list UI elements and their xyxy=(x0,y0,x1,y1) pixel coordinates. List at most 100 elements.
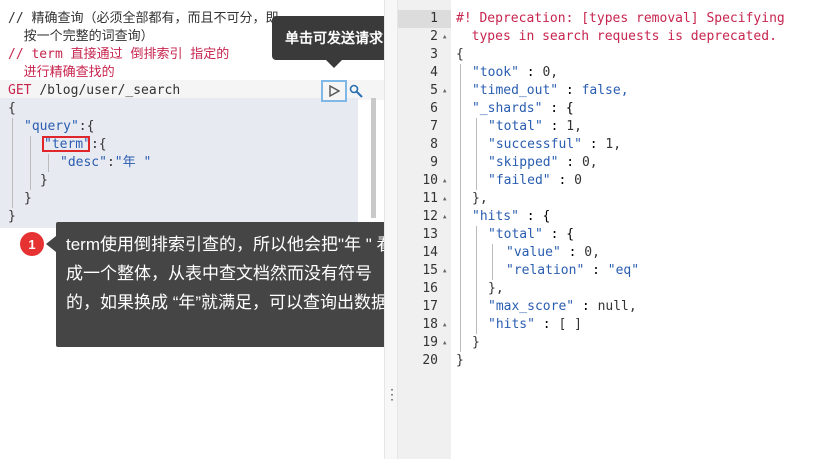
line-number: 14 xyxy=(422,245,438,260)
line-number: 16 xyxy=(422,281,438,296)
shards-total-value: 1, xyxy=(566,119,582,134)
fold-toggle-icon[interactable]: ▴ xyxy=(442,316,447,334)
line-number: 13 xyxy=(422,227,438,242)
fold-toggle-icon[interactable]: ▴ xyxy=(442,190,447,208)
took-value: 0, xyxy=(542,65,559,80)
indent-guide xyxy=(476,226,477,334)
skipped-value: 0, xyxy=(581,155,598,170)
deprecation-line-1: #! Deprecation: [types removal] Specifyi… xyxy=(456,11,785,26)
value-line: "value" : 0, xyxy=(506,245,600,260)
response-open: { xyxy=(456,47,464,62)
hits-total-close: }, xyxy=(488,281,504,296)
annotation-badge: 1 xyxy=(20,232,44,256)
line-number: 17 xyxy=(422,299,438,314)
comment-line-2b: 进行精确查找的 xyxy=(8,65,115,80)
shards-total-key: "total" xyxy=(488,119,543,134)
took-key: "took" xyxy=(472,65,519,80)
query-close: } xyxy=(24,191,32,206)
line-number: 6 xyxy=(430,101,438,116)
line-number: 20 xyxy=(422,353,438,368)
max-score-key: "max_score" xyxy=(488,299,575,314)
successful-value: 1, xyxy=(605,137,622,152)
line-number: 11 xyxy=(422,191,438,206)
indent-guide xyxy=(492,244,493,280)
indent-guide xyxy=(30,136,31,190)
response-close: } xyxy=(456,353,464,368)
fold-toggle-icon[interactable]: ▴ xyxy=(442,172,447,190)
line-number: 3 xyxy=(430,47,438,62)
hits-array-value: [ ] xyxy=(558,317,582,332)
request-line[interactable]: GET /blog/user/_search xyxy=(8,82,180,100)
hits-total-key: "total" xyxy=(488,227,543,242)
send-request-button[interactable] xyxy=(321,80,347,102)
term-highlight-box xyxy=(42,136,90,152)
hits-close: } xyxy=(472,335,480,350)
timed-out-line: "timed_out" : false, xyxy=(472,83,629,98)
max-score-value: null, xyxy=(597,299,637,314)
hits-array-line: "hits" : [ ] xyxy=(488,317,582,332)
shards-close: }, xyxy=(472,191,488,206)
shards-key: "_shards" xyxy=(472,101,543,116)
desc-key: "desc" xyxy=(60,155,107,170)
line-number: 19 xyxy=(422,335,438,350)
fold-toggle-icon[interactable]: ▴ xyxy=(442,334,447,352)
skipped-key: "skipped" xyxy=(488,155,559,170)
comment-line-2: // term 直接通过 倒排索引 指定的 xyxy=(8,46,229,64)
fold-toggle-icon[interactable]: ▴ xyxy=(442,28,447,46)
indent-guide xyxy=(460,64,461,352)
body-open-brace: { xyxy=(8,101,16,116)
failed-line: "failed" : 0 xyxy=(488,173,582,188)
indent-guide xyxy=(12,118,13,208)
line-number: 5 xyxy=(430,83,438,98)
line-number: 15 xyxy=(422,263,438,278)
line-number: 1 xyxy=(430,11,438,26)
skipped-line: "skipped" : 0, xyxy=(488,155,598,170)
failed-key: "failed" xyxy=(488,173,551,188)
drag-handle-icon[interactable]: ⋮ xyxy=(385,386,399,403)
fold-toggle-icon[interactable]: ▴ xyxy=(442,208,447,226)
timed-out-value: false, xyxy=(581,83,629,98)
max-score-line: "max_score" : null, xyxy=(488,299,637,314)
comment-2-text: // term 直接通过 倒排索引 指定的 xyxy=(8,47,230,62)
timed-out-key: "timed_out" xyxy=(472,83,559,98)
line-number: 7 xyxy=(430,119,438,134)
query-line: "query":{ xyxy=(24,119,95,134)
hits-total-line: "total" : { xyxy=(488,227,575,242)
line-number: 2 xyxy=(430,29,438,44)
line-number: 8 xyxy=(430,137,438,152)
wrench-icon[interactable] xyxy=(348,83,364,99)
play-icon xyxy=(329,85,340,97)
value-value: 0, xyxy=(584,245,600,260)
shards-total-line: "total" : 1, xyxy=(488,119,582,134)
failed-value: 0 xyxy=(574,173,582,188)
term-close: } xyxy=(40,173,48,188)
relation-key: "relation" xyxy=(506,263,585,278)
line-number: 12 xyxy=(422,209,438,224)
editor-scrollbar[interactable] xyxy=(371,98,376,218)
hits-key: "hits" xyxy=(472,209,519,224)
desc-line: "desc":"年 " xyxy=(60,155,152,170)
successful-line: "successful" : 1, xyxy=(488,137,622,152)
successful-key: "successful" xyxy=(488,137,582,152)
fold-toggle-icon[interactable]: ▴ xyxy=(442,262,447,280)
body-close-brace: } xyxy=(8,209,16,224)
hits-line: "hits" : { xyxy=(472,209,551,224)
relation-value: "eq" xyxy=(607,263,640,278)
line-number: 9 xyxy=(430,155,438,170)
relation-line: "relation" : "eq" xyxy=(506,263,640,278)
hits-array-key: "hits" xyxy=(488,317,535,332)
line-number: 18 xyxy=(422,317,438,332)
query-key: "query" xyxy=(24,119,79,134)
fold-toggle-icon[interactable]: ▴ xyxy=(442,82,447,100)
indent-guide xyxy=(48,154,49,172)
took-line: "took" : 0, xyxy=(472,65,559,80)
line-number: 10 xyxy=(422,173,438,188)
request-path: /blog/user/_search xyxy=(39,83,181,98)
send-request-tooltip: 单击可发送请求 xyxy=(272,16,396,68)
comment-line-1: // 精确查询（必须全部都有，而且不可分，即 xyxy=(8,11,279,26)
deprecation-line-2: types in search requests is deprecated. xyxy=(456,29,777,44)
desc-value: "年 " xyxy=(114,155,152,170)
line-number: 4 xyxy=(430,65,438,80)
http-method: GET xyxy=(8,83,32,98)
indent-guide xyxy=(476,118,477,190)
